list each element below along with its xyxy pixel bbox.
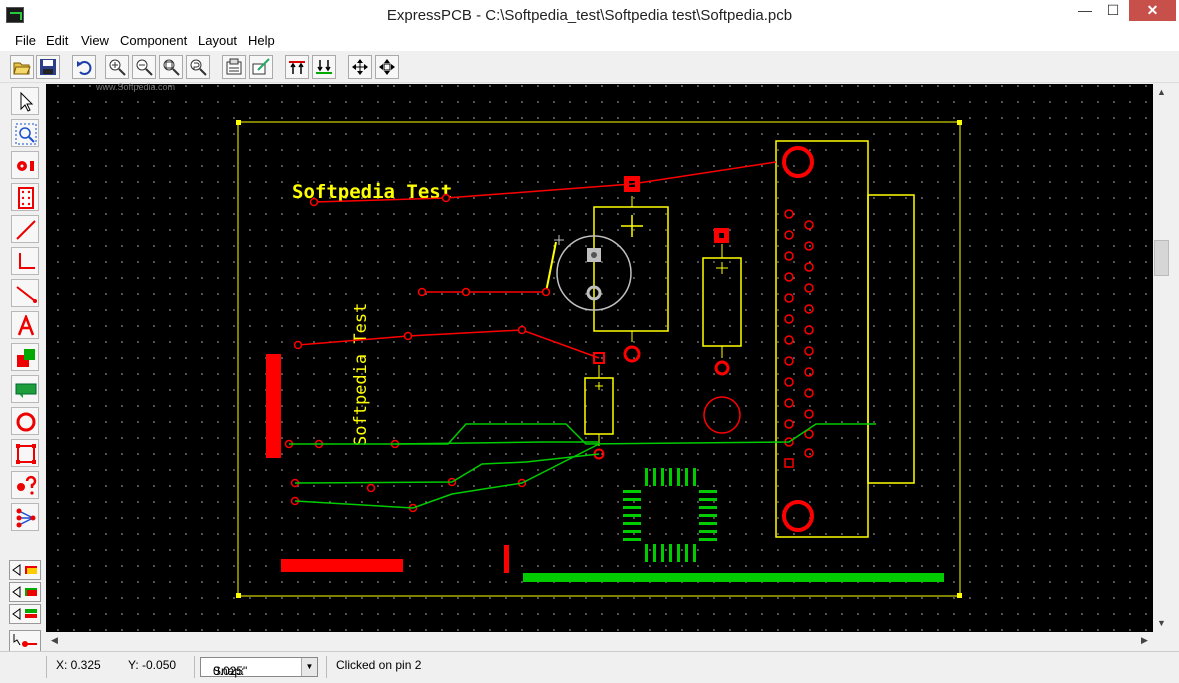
- zoom-previous-icon[interactable]: [186, 55, 210, 79]
- layer-both-visible-icon[interactable]: [9, 604, 41, 624]
- move-icon[interactable]: [348, 55, 372, 79]
- bottom-copper-traces: [289, 423, 876, 509]
- close-button[interactable]: ✕: [1129, 0, 1176, 21]
- zoom-in-icon[interactable]: [105, 55, 129, 79]
- copper-fill-vertical: [266, 354, 281, 458]
- vertical-scrollbar[interactable]: ▲ ▼: [1153, 84, 1170, 632]
- corner-trace-icon[interactable]: [11, 247, 39, 275]
- outline-corner-handle: [236, 120, 241, 125]
- scroll-right-arrow-icon[interactable]: ▶: [1136, 632, 1153, 649]
- vertical-scroll-thumb[interactable]: [1154, 240, 1169, 276]
- outline-corner-handle: [957, 593, 962, 598]
- maximize-button[interactable]: ☐: [1098, 0, 1128, 21]
- capacitor-small: [702, 228, 742, 376]
- layer-bottom-icon[interactable]: [312, 55, 336, 79]
- zoom-out-icon[interactable]: [132, 55, 156, 79]
- scroll-left-arrow-icon[interactable]: ◀: [46, 632, 63, 649]
- menu-layout[interactable]: Layout: [198, 33, 237, 48]
- save-icon[interactable]: [36, 55, 60, 79]
- scroll-up-arrow-icon[interactable]: ▲: [1153, 84, 1170, 101]
- menu-edit[interactable]: Edit: [46, 33, 68, 48]
- filled-shape-icon[interactable]: [11, 343, 39, 371]
- layer-top-visible-icon[interactable]: [9, 560, 41, 580]
- status-divider: [46, 656, 47, 678]
- move-all-icon[interactable]: [375, 55, 399, 79]
- status-divider: [194, 656, 195, 678]
- place-component-icon[interactable]: [11, 183, 39, 211]
- outline-corner-handle: [957, 120, 962, 125]
- undo-icon[interactable]: [72, 55, 96, 79]
- menu-file[interactable]: File: [15, 33, 36, 48]
- trace-icon[interactable]: [11, 215, 39, 243]
- zoom-select-icon[interactable]: [11, 119, 39, 147]
- properties-icon[interactable]: [222, 55, 246, 79]
- mounting-hole: [703, 396, 741, 434]
- qfp-ic-footprint: [623, 468, 717, 562]
- pcb-canvas[interactable]: Softpedia Test Softpedia Test: [46, 84, 1153, 632]
- layer-bottom-visible-icon[interactable]: [9, 582, 41, 602]
- copper-fill-small: [504, 545, 509, 573]
- pcb-drawing: Softpedia Test Softpedia Test: [236, 120, 962, 598]
- softpedia-watermark: www.Softpedia.com: [96, 82, 176, 92]
- chevron-down-icon[interactable]: ▼: [301, 658, 317, 676]
- cursor-x-readout: X: 0.325: [56, 658, 101, 672]
- zoom-fit-icon[interactable]: [159, 55, 183, 79]
- open-icon[interactable]: [10, 55, 34, 79]
- main-toolbar: [0, 51, 1179, 83]
- top-copper-pads: [284, 193, 551, 513]
- board-vertical-text: Softpedia Test: [351, 303, 371, 446]
- radial-capacitor: [545, 235, 632, 311]
- menu-bar: File Edit View Component Layout Help: [0, 31, 1179, 51]
- snap-select[interactable]: Snap: 0.025" ▼: [200, 657, 318, 678]
- tool-palette: [0, 84, 46, 654]
- menu-component[interactable]: Component: [120, 33, 187, 48]
- connector-dsub: [775, 140, 915, 538]
- menu-help[interactable]: Help: [248, 33, 275, 48]
- window-title: ExpressPCB - C:\Softpedia_test\Softpedia…: [386, 7, 793, 24]
- menu-view[interactable]: View: [81, 33, 109, 48]
- status-message: Clicked on pin 2: [336, 658, 422, 672]
- status-bar: X: 0.325 Y: -0.050 Snap: 0.025" ▼ Clicke…: [0, 651, 1179, 683]
- minimize-button[interactable]: —: [1070, 0, 1100, 21]
- jumper-icon[interactable]: [11, 375, 39, 403]
- text-icon[interactable]: [11, 311, 39, 339]
- place-pad-icon[interactable]: [11, 151, 39, 179]
- insert-vertex-icon[interactable]: [9, 630, 41, 652]
- select-icon[interactable]: [11, 87, 39, 115]
- rectangle-icon[interactable]: [11, 439, 39, 467]
- title-bar: ExpressPCB - C:\Softpedia_test\Softpedia…: [0, 0, 1179, 31]
- cursor-y-readout: Y: -0.050: [128, 658, 177, 672]
- edit-component-icon[interactable]: [249, 55, 273, 79]
- snap-value: 0.025": [213, 664, 248, 678]
- status-divider: [326, 656, 327, 678]
- horizontal-scrollbar[interactable]: ◀ ▶: [46, 632, 1153, 649]
- netlist-icon[interactable]: [11, 503, 39, 531]
- scroll-down-arrow-icon[interactable]: ▼: [1153, 615, 1170, 632]
- copper-fill-horizontal: [281, 559, 403, 572]
- outline-corner-handle: [236, 593, 241, 598]
- circle-icon[interactable]: [11, 407, 39, 435]
- bottom-copper-fill: [523, 573, 944, 582]
- diagonal-trace-icon[interactable]: [11, 279, 39, 307]
- query-icon[interactable]: [11, 471, 39, 499]
- layer-top-icon[interactable]: [285, 55, 309, 79]
